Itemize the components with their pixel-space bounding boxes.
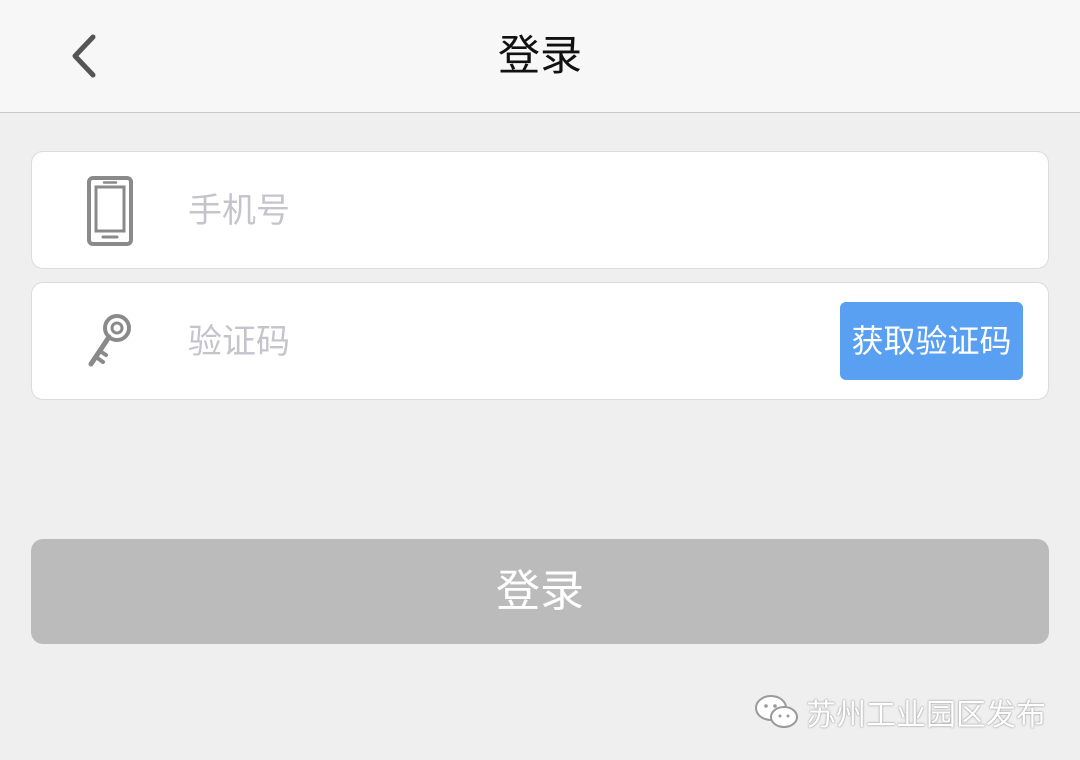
verification-code-input[interactable] xyxy=(188,308,808,376)
wechat-icon xyxy=(755,695,798,728)
login-button[interactable]: 登录 xyxy=(31,539,1049,644)
watermark-text: 苏州工业园区发布 xyxy=(806,698,1046,733)
page-title: 登录 xyxy=(497,31,582,80)
code-field-card: 获取验证码 xyxy=(31,282,1049,400)
watermark: 苏州工业园区发布 xyxy=(754,688,1046,736)
phone-field-card xyxy=(31,151,1049,269)
key-icon xyxy=(82,307,138,377)
get-code-button[interactable]: 获取验证码 xyxy=(840,302,1023,380)
mobile-phone-icon xyxy=(82,176,138,246)
phone-input[interactable] xyxy=(188,177,1008,245)
nav-bar: 登录 xyxy=(0,0,1080,113)
login-page: 登录 获取验证码 登录 xyxy=(0,0,1080,760)
